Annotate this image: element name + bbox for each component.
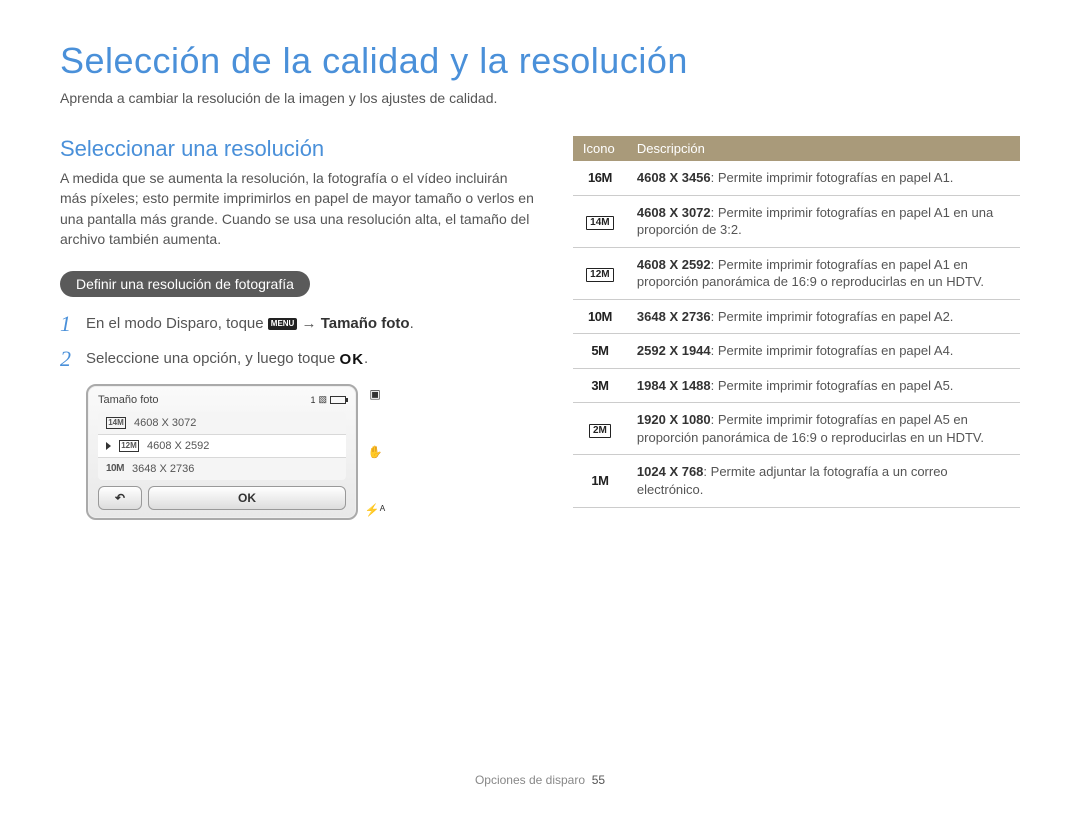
step2-end: . [364, 350, 368, 367]
resolution-box-icon: 12M [586, 268, 613, 282]
table-desc-cell: 3648 X 2736: Permite imprimir fotografía… [627, 299, 1020, 334]
table-desc-cell: 1920 X 1080: Permite imprimir fotografía… [627, 403, 1020, 455]
resolution-box-icon: 2M [589, 424, 611, 438]
table-desc-cell: 1984 X 1488: Permite imprimir fotografía… [627, 368, 1020, 403]
camera-option-list: 14M 4608 X 3072 12M 4608 X 2592 10M 3648… [98, 412, 346, 480]
page-intro: Aprenda a cambiar la resolución de la im… [60, 90, 1020, 106]
resolution-table: Icono Descripción 16M4608 X 3456: Permit… [573, 136, 1020, 508]
resolution-dimensions: 2592 X 1944 [637, 343, 711, 358]
resolution-icon: 14M [106, 417, 126, 429]
footer-page-number: 55 [592, 773, 605, 787]
step-1: En el modo Disparo, toque MENU → Tamaño … [60, 313, 537, 334]
resolution-dimensions: 4608 X 3456 [637, 170, 711, 185]
resolution-description: : Permite imprimir fotografías en papel … [711, 343, 954, 358]
camera-option-label: 3648 X 2736 [132, 463, 194, 475]
resolution-icon: 12M [119, 440, 139, 452]
table-icon-cell: 14M [573, 195, 627, 247]
resolution-dimensions: 1024 X 768 [637, 464, 704, 479]
step1-text-a: En el modo Disparo, toque [86, 315, 268, 332]
step1-arrow: → [302, 315, 321, 332]
camera-option-row[interactable]: 14M 4608 X 3072 [98, 412, 346, 435]
resolution-text-icon: 5M [591, 343, 608, 358]
mode-icon: ▣ [364, 388, 386, 400]
section-heading: Seleccionar una resolución [60, 136, 537, 162]
resolution-text-icon: 1M [591, 473, 608, 488]
resolution-box-icon: 14M [586, 216, 613, 230]
section-body: A medida que se aumenta la resolución, l… [60, 168, 537, 249]
resolution-description: : Permite imprimir fotografías en papel … [711, 170, 954, 185]
table-head-desc: Descripción [627, 136, 1020, 161]
step-2: Seleccione una opción, y luego toque OK. [60, 348, 537, 370]
resolution-description: : Permite imprimir fotografías en papel … [711, 378, 954, 393]
step1-end: . [410, 315, 414, 332]
resolution-text-icon: 10M [588, 309, 612, 324]
camera-back-button[interactable]: ↶ [98, 486, 142, 510]
table-row: 16M 4608 X 3456: Permite imprimir fotogra… [573, 161, 1020, 195]
menu-icon: MENU [268, 318, 298, 330]
resolution-description: : Permite imprimir fotografías en papel … [711, 309, 954, 324]
resolution-icon: 10M [106, 463, 124, 474]
page-footer: Opciones de disparo 55 [0, 773, 1080, 787]
camera-option-row[interactable]: 10M 3648 X 2736 [98, 458, 346, 480]
table-desc-cell: 4608 X 3072: Permite imprimir fotografía… [627, 195, 1020, 247]
ok-icon: OK [340, 349, 365, 370]
camera-count: 1 [310, 395, 315, 405]
camera-title: Tamaño foto [98, 394, 159, 406]
table-icon-cell: 2M [573, 403, 627, 455]
table-desc-cell: 2592 X 1944: Permite imprimir fotografía… [627, 334, 1020, 369]
step2-text-a: Seleccione una opción, y luego toque [86, 350, 340, 367]
resolution-dimensions: 1920 X 1080 [637, 412, 711, 427]
sd-card-icon: ▧ [318, 394, 327, 405]
page-title: Selección de la calidad y la resolución [60, 40, 1020, 82]
step1-bold: Tamaño foto [321, 315, 410, 332]
table-desc-cell: 1024 X 768: Permite adjuntar la fotograf… [627, 455, 1020, 507]
table-icon-cell: 1M [573, 455, 627, 507]
camera-option-label: 4608 X 3072 [134, 417, 196, 429]
table-desc-cell: 4608 X 2592: Permite imprimir fotografía… [627, 247, 1020, 299]
resolution-dimensions: 1984 X 1488 [637, 378, 711, 393]
table-row: 5M 2592 X 1944: Permite imprimir fotograf… [573, 334, 1020, 369]
resolution-dimensions: 4608 X 3072 [637, 205, 711, 220]
resolution-text-icon: 3M [591, 378, 608, 393]
camera-option-label: 4608 X 2592 [147, 440, 209, 452]
table-row: 12M 4608 X 2592: Permite imprimir fotogra… [573, 247, 1020, 299]
hand-icon: ✋ [364, 446, 386, 458]
footer-section: Opciones de disparo [475, 773, 585, 787]
table-head-icon: Icono [573, 136, 627, 161]
resolution-text-icon: 16M [588, 170, 612, 185]
table-icon-cell: 12M [573, 247, 627, 299]
table-icon-cell: 5M [573, 334, 627, 369]
table-row: 2M 1920 X 1080: Permite imprimir fotograf… [573, 403, 1020, 455]
table-row: 3M 1984 X 1488: Permite imprimir fotograf… [573, 368, 1020, 403]
battery-icon [330, 396, 346, 404]
camera-screen-mock: Tamaño foto 1 ▧ 14M 4608 X 3072 [86, 384, 386, 520]
table-row: 10M 3648 X 2736: Permite imprimir fotogra… [573, 299, 1020, 334]
table-icon-cell: 16M [573, 161, 627, 195]
flash-icon: ⚡ᴬ [364, 504, 386, 516]
table-row: 1M 1024 X 768: Permite adjuntar la fotogr… [573, 455, 1020, 507]
resolution-dimensions: 4608 X 2592 [637, 257, 711, 272]
table-icon-cell: 10M [573, 299, 627, 334]
camera-option-row[interactable]: 12M 4608 X 2592 [98, 435, 346, 458]
table-desc-cell: 4608 X 3456: Permite imprimir fotografía… [627, 161, 1020, 195]
table-row: 14M 4608 X 3072: Permite imprimir fotogra… [573, 195, 1020, 247]
subsection-pill: Definir una resolución de fotografía [60, 271, 310, 297]
table-icon-cell: 3M [573, 368, 627, 403]
selected-caret-icon [106, 442, 111, 450]
resolution-dimensions: 3648 X 2736 [637, 309, 711, 324]
camera-ok-button[interactable]: OK [148, 486, 346, 510]
